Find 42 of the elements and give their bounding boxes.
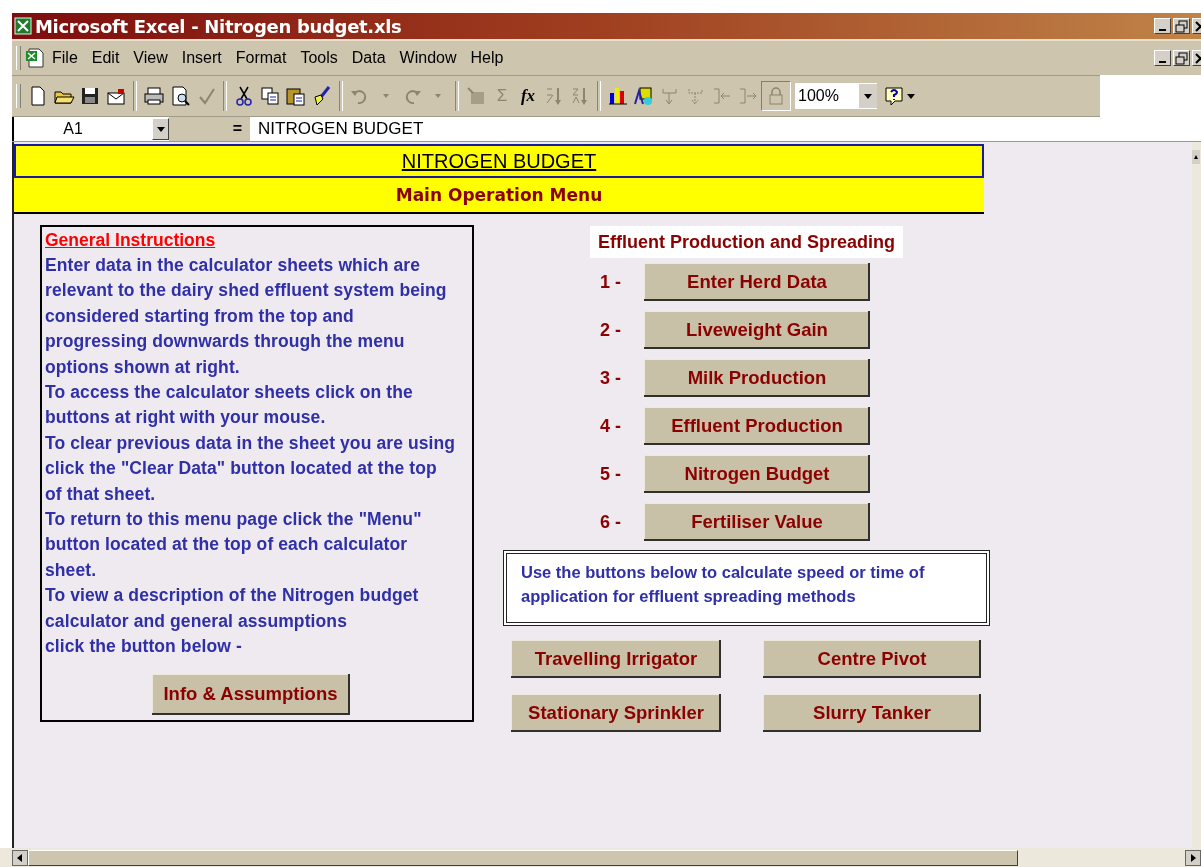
step-number: 1 -: [600, 271, 622, 293]
section-title: Effluent Production and Spreading: [590, 226, 903, 258]
step-number: 4 -: [600, 415, 622, 437]
step-number: 3 -: [600, 367, 622, 389]
menu-button[interactable]: Nitrogen Budget: [644, 455, 870, 493]
zoom-dropdown[interactable]: 100%: [795, 83, 877, 109]
menu-item[interactable]: Tools: [293, 49, 345, 67]
menu-item[interactable]: Window: [392, 49, 464, 67]
menu-button[interactable]: Milk Production: [644, 359, 870, 397]
menu-item[interactable]: Insert: [174, 49, 229, 67]
step-number: 5 -: [600, 463, 622, 485]
menu-item[interactable]: File: [45, 49, 85, 67]
title-cell[interactable]: NITROGEN BUDGET: [14, 144, 984, 178]
sheet-title: NITROGEN BUDGET: [401, 149, 597, 173]
info-button[interactable]: Info & Assumptions: [151, 673, 350, 715]
menu-button[interactable]: Fertiliser Value: [644, 503, 870, 541]
window-title: Microsoft Excel - Nitrogen budget.xls: [35, 15, 402, 37]
instruction-text: To return to this menu page click the "Menu" button located at the top of each calculator sheet.: [45, 508, 423, 582]
menu-item[interactable]: View: [126, 49, 175, 67]
menu-item[interactable]: Edit: [84, 49, 127, 67]
method-button[interactable]: Centre Pivot: [763, 640, 981, 678]
menu-button[interactable]: Effluent Production: [644, 407, 870, 445]
method-button[interactable]: Travelling Irrigator: [511, 640, 721, 678]
menu-button[interactable]: Liveweight Gain: [644, 311, 870, 349]
instruction-text: To clear previous data in the sheet you are using click the "Clear Data" button located at the top of that sheet.: [45, 431, 457, 506]
formula-field[interactable]: NITROGEN BUDGET: [250, 119, 424, 139]
note-text: Use the buttons below to calculate speed or time of application for effluent spreading methods: [521, 562, 926, 607]
menu-item[interactable]: Help: [463, 49, 511, 67]
instruction-text: click the button below -: [45, 635, 243, 659]
instruction-text: To access the calculator sheets click on the buttons at right with your mouse.: [45, 381, 414, 430]
step-number: 6 -: [600, 511, 622, 533]
instruction-text: Enter data in the calculator sheets which are relevant to the dairy shed effluent system being considered starting from the top and progressing downwards through the menu options shown at right.: [45, 254, 448, 379]
step-number: 2 -: [600, 319, 622, 341]
instructions-heading: General Instructions: [45, 229, 217, 252]
menu-item[interactable]: Format: [228, 49, 294, 67]
function-button[interactable]: fx: [515, 86, 541, 106]
method-button[interactable]: Stationary Sprinkler: [511, 694, 721, 732]
menu-button[interactable]: Enter Herd Data: [644, 263, 870, 301]
menu-item[interactable]: Data: [344, 49, 393, 67]
method-button[interactable]: Slurry Tanker: [763, 694, 981, 732]
equals-sign: =: [169, 117, 250, 141]
subtitle-cell: Main Operation Menu: [14, 178, 984, 212]
